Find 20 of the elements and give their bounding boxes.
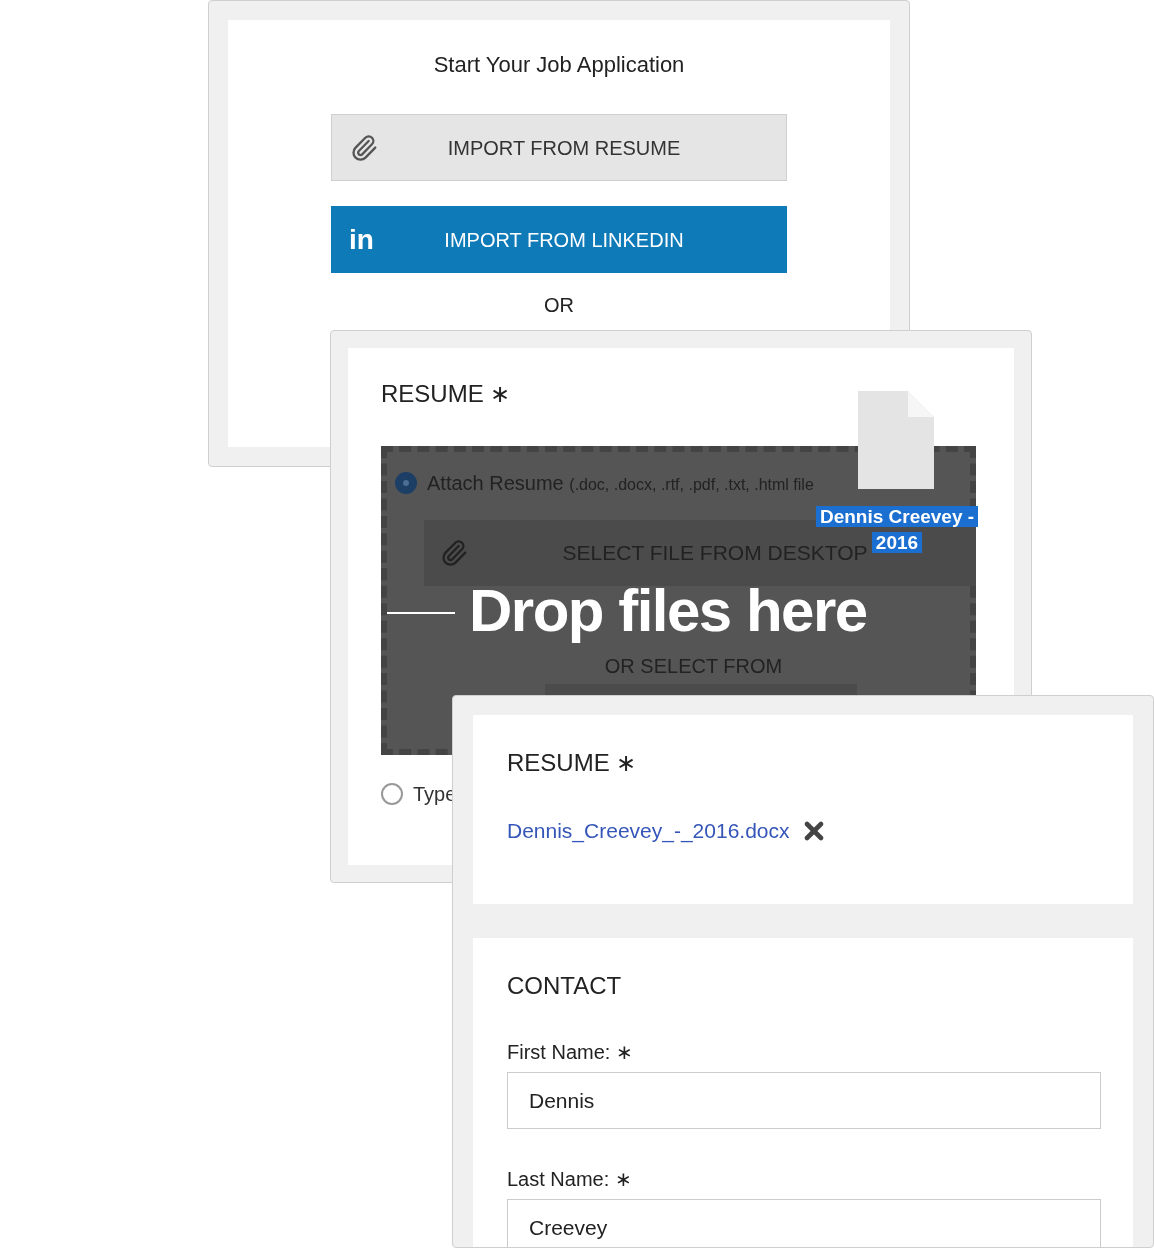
file-icon	[858, 391, 934, 489]
text-field[interactable]: Creevey	[507, 1199, 1101, 1247]
required-mark: ∗	[616, 1042, 634, 1062]
section-heading: CONTACT	[507, 974, 623, 998]
field-label: Last Name:	[507, 1169, 610, 1189]
file-link[interactable]: Dennis_Creevey_-_2016.docx	[507, 815, 790, 847]
card-title: Start Your Job Application	[433, 54, 685, 76]
drag-line	[387, 612, 455, 614]
linkedin-icon: in	[349, 225, 374, 254]
section-heading: RESUME ∗	[381, 382, 512, 406]
import-resume-button[interactable]: IMPORT FROM RESUME	[331, 114, 787, 181]
required-mark: ∗	[615, 1169, 633, 1189]
radio-button[interactable]	[395, 472, 417, 494]
field-label: First Name:	[507, 1042, 611, 1062]
paperclip-icon	[440, 539, 468, 567]
radio-button[interactable]	[381, 783, 403, 805]
separator-text: OR	[544, 295, 574, 315]
text-field[interactable]: Dennis	[507, 1072, 1101, 1129]
import-linkedin-button[interactable]: in IMPORT FROM LINKEDIN	[331, 206, 787, 273]
paperclip-icon	[350, 133, 378, 162]
